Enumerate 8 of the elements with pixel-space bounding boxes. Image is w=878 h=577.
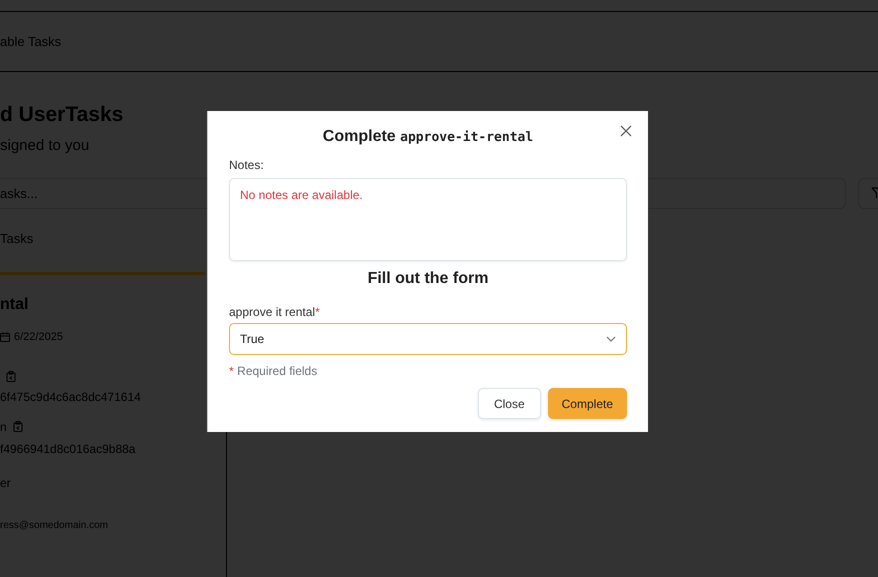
form-heading: Fill out the form xyxy=(366,269,490,290)
required-mark: * xyxy=(229,363,234,380)
required-mark: * xyxy=(315,304,320,322)
notes-label: Notes: xyxy=(229,157,265,174)
modal-title: Complete approve-it-rental xyxy=(322,127,534,146)
required-hint: Required fields xyxy=(237,363,318,380)
notes-message: No notes are available. xyxy=(240,188,363,202)
field-label: approve it rental xyxy=(229,304,316,322)
